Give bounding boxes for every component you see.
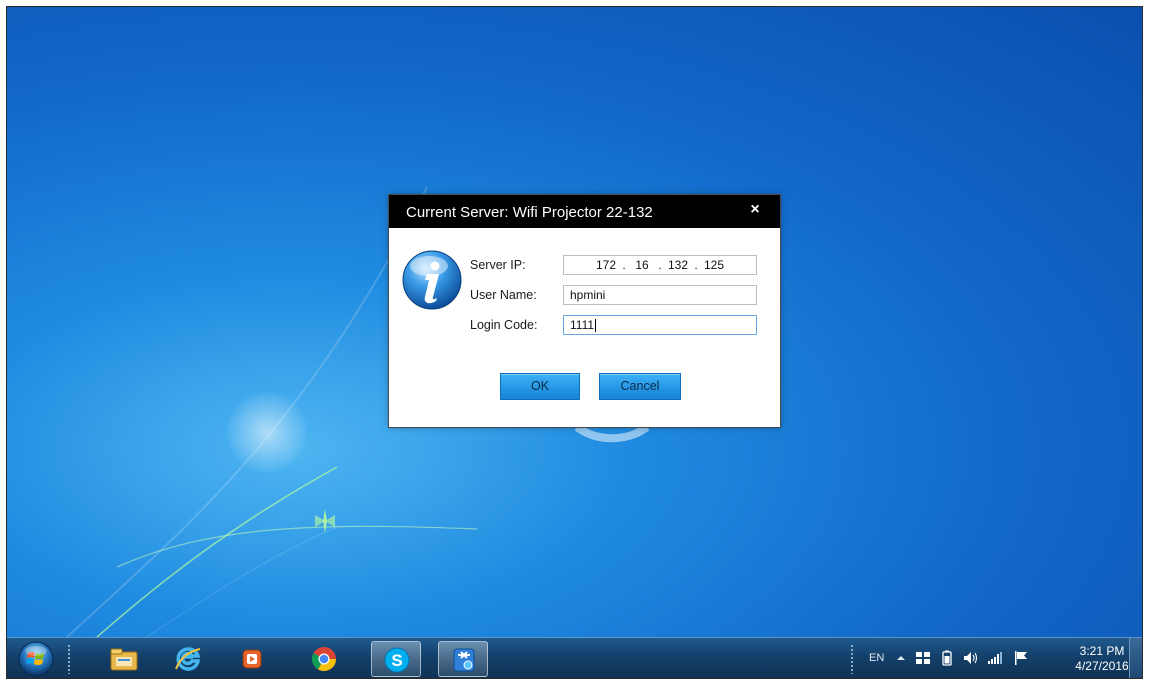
projector-app-icon: [453, 648, 475, 672]
action-center-flag-icon[interactable]: [1013, 650, 1029, 666]
ip-octet-2[interactable]: 16: [627, 256, 657, 274]
chrome-icon: [311, 647, 336, 672]
info-icon: [402, 250, 462, 310]
user-name-label: User Name:: [470, 288, 537, 302]
close-button[interactable]: ×: [746, 201, 764, 219]
skype-icon: S: [384, 647, 410, 673]
volume-icon[interactable]: [962, 650, 978, 666]
user-name-input[interactable]: hpmini: [563, 285, 757, 305]
login-code-input[interactable]: 1111: [563, 315, 757, 335]
login-code-value: 1111: [570, 318, 595, 332]
taskbar: S EN 3:21 PM 4/27/2016: [7, 637, 1142, 678]
start-button-icon[interactable]: [17, 640, 55, 678]
media-player-icon: [242, 649, 262, 669]
taskbar-media-player[interactable]: [227, 641, 277, 677]
ok-button[interactable]: OK: [500, 373, 580, 400]
desktop[interactable]: Current Server: Wifi Projector 22-132 × …: [7, 7, 1142, 637]
server-ip-input[interactable]: 172 . 16 . 132 . 125: [563, 255, 757, 275]
screenshot-frame: Current Server: Wifi Projector 22-132 × …: [6, 6, 1143, 679]
tray-grip[interactable]: [850, 644, 854, 674]
language-indicator[interactable]: EN: [869, 652, 884, 664]
svg-text:S: S: [391, 651, 402, 670]
text-caret: [595, 319, 597, 333]
taskbar-skype[interactable]: S: [371, 641, 421, 677]
clock-time: 3:21 PM: [1079, 644, 1125, 658]
login-dialog: Current Server: Wifi Projector 22-132 × …: [388, 194, 781, 428]
ip-octet-4[interactable]: 125: [699, 256, 729, 274]
clock-date: 4/27/2016: [1075, 659, 1129, 673]
login-code-label: Login Code:: [470, 318, 538, 332]
server-ip-label: Server IP:: [470, 258, 526, 272]
internet-explorer-icon: [175, 647, 201, 671]
dialog-titlebar[interactable]: Current Server: Wifi Projector 22-132 ×: [389, 195, 780, 228]
taskbar-grip[interactable]: [67, 644, 71, 674]
network-app-icon[interactable]: [915, 650, 931, 666]
taskbar-projector-app[interactable]: [438, 641, 488, 677]
user-name-value: hpmini: [570, 288, 606, 302]
wallpaper-glow: [227, 392, 307, 472]
taskbar-chrome[interactable]: [299, 641, 349, 677]
signal-icon[interactable]: [987, 650, 1003, 666]
battery-icon[interactable]: [939, 650, 955, 666]
cancel-button[interactable]: Cancel: [599, 373, 681, 400]
show-hidden-icons-chevron[interactable]: [893, 650, 909, 666]
system-clock[interactable]: 3:21 PM 4/27/2016: [1073, 644, 1131, 674]
show-desktop-button[interactable]: [1129, 638, 1142, 678]
taskbar-file-explorer[interactable]: [99, 641, 149, 677]
file-explorer-icon: [110, 648, 138, 671]
taskbar-internet-explorer[interactable]: [163, 641, 213, 677]
ip-octet-1[interactable]: 172: [591, 256, 621, 274]
dialog-title: Current Server: Wifi Projector 22-132: [406, 204, 653, 221]
ip-octet-3[interactable]: 132: [663, 256, 693, 274]
